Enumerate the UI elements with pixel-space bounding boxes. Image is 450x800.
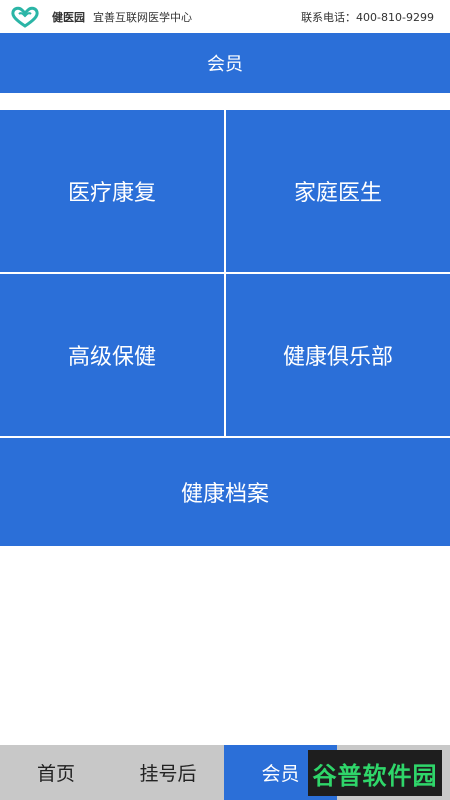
tile-advanced-care[interactable]: 高级保健 [0, 274, 224, 436]
tile-family-doctor[interactable]: 家庭医生 [226, 110, 450, 272]
watermark-text: 谷普软件园 [312, 761, 438, 790]
watermark-logo: 谷普软件园 [308, 750, 442, 796]
brand-name: 健医园 [52, 10, 85, 24]
brand-subtitle: 宜善互联网医学中心 [93, 10, 192, 24]
tile-label: 高级保健 [67, 345, 156, 370]
tile-label: 健康俱乐部 [282, 345, 393, 370]
tile-label: 家庭医生 [293, 181, 382, 206]
top-brand-bar: 健医园 宜善互联网医学中心 联系电话：400-810-9299 [0, 0, 450, 33]
nav-item-home[interactable]: 首页 [0, 745, 112, 800]
title-bar: 会员 [0, 33, 450, 93]
tile-label: 医疗康复 [67, 181, 156, 206]
heart-logo-icon [10, 6, 42, 28]
tile-label: 健康档案 [180, 482, 269, 507]
hotline-text: 联系电话：400-810-9299 [301, 10, 434, 24]
nav-label: 会员 [261, 763, 300, 785]
page-title: 会员 [207, 54, 243, 75]
tile-health-records[interactable]: 健康档案 [0, 438, 450, 546]
nav-label: 挂号后 [139, 763, 197, 785]
tile-medical-rehab[interactable]: 医疗康复 [0, 110, 224, 272]
nav-item-after-registration[interactable]: 挂号后 [112, 745, 224, 800]
tile-health-club[interactable]: 健康俱乐部 [226, 274, 450, 436]
nav-label: 首页 [36, 763, 75, 785]
